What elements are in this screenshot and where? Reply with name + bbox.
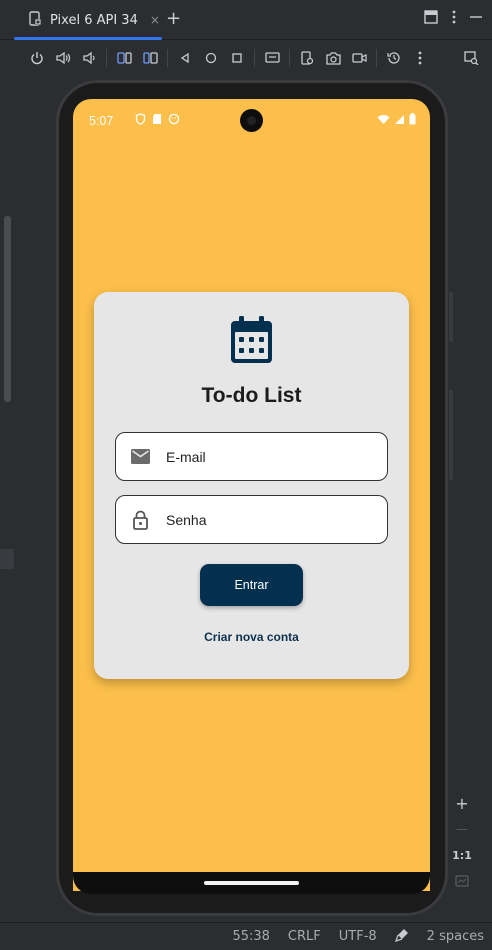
password-placeholder: Senha xyxy=(166,511,207,528)
device-screen[interactable]: 5:07 To-do List E-mail Senha Entrar Cria… xyxy=(73,99,430,891)
wifi-icon xyxy=(377,114,390,128)
rotate-right-icon[interactable] xyxy=(137,45,163,71)
login-card: To-do List E-mail Senha Entrar Criar nov… xyxy=(94,292,409,679)
volume-down-icon[interactable] xyxy=(76,45,102,71)
android-nav-bar xyxy=(73,872,430,894)
tab-label: Pixel 6 API 34 xyxy=(50,12,138,28)
zoom-in-button[interactable]: + xyxy=(455,793,468,813)
overview-icon[interactable] xyxy=(224,45,250,71)
face-icon xyxy=(168,113,180,128)
cursor-position[interactable]: 55:38 xyxy=(232,929,269,944)
actual-size-button[interactable]: 1:1 xyxy=(452,845,472,865)
screen-record-icon[interactable] xyxy=(346,45,372,71)
battery-icon xyxy=(409,113,416,128)
minimize-icon[interactable] xyxy=(470,10,482,28)
indent-setting[interactable]: 2 spaces xyxy=(427,929,484,944)
home-icon[interactable] xyxy=(198,45,224,71)
gesture-handle[interactable] xyxy=(204,881,299,885)
add-tab-button[interactable]: + xyxy=(166,8,181,29)
camera-icon[interactable] xyxy=(320,45,346,71)
create-account-link[interactable]: Criar nova conta xyxy=(94,630,409,644)
active-tab-indicator xyxy=(14,37,162,40)
back-icon[interactable] xyxy=(172,45,198,71)
phone-volume-button xyxy=(449,390,453,480)
phone-side-button xyxy=(449,292,453,342)
toolbar-divider xyxy=(167,49,168,67)
app-title: To-do List xyxy=(201,384,302,407)
brush-icon[interactable] xyxy=(394,928,409,946)
device-icon xyxy=(28,10,42,30)
device-settings-icon[interactable] xyxy=(294,45,320,71)
lock-icon xyxy=(120,510,160,530)
signal-icon xyxy=(394,114,405,128)
rotate-left-icon[interactable] xyxy=(111,45,137,71)
more-actions-icon[interactable] xyxy=(407,45,433,71)
scroll-indicator[interactable] xyxy=(4,216,11,402)
front-camera xyxy=(240,109,263,132)
power-icon[interactable] xyxy=(24,45,50,71)
android-status-bar: 5:07 xyxy=(73,99,430,143)
toolbar-divider xyxy=(254,49,255,67)
line-ending[interactable]: CRLF xyxy=(288,929,321,944)
shield-icon xyxy=(135,113,146,128)
sd-card-icon xyxy=(152,113,162,128)
volume-up-icon[interactable] xyxy=(50,45,76,71)
screen-zoom-icon[interactable] xyxy=(458,45,484,71)
close-icon[interactable]: × xyxy=(150,13,160,27)
toolbar-divider xyxy=(289,49,290,67)
more-options-icon[interactable] xyxy=(452,10,456,28)
toolbar-divider xyxy=(376,49,377,67)
calendar-icon xyxy=(230,316,273,368)
emulator-toolbar xyxy=(0,41,492,75)
status-time: 5:07 xyxy=(89,114,114,128)
mail-icon xyxy=(120,449,160,464)
zoom-controls: + — 1:1 xyxy=(450,793,474,891)
tab-pixel-6-api-34[interactable]: Pixel 6 API 34 × xyxy=(14,0,162,40)
ide-tab-bar: Pixel 6 API 34 × + xyxy=(0,0,492,40)
password-field[interactable]: Senha xyxy=(115,495,388,544)
toolbar-divider xyxy=(106,49,107,67)
zoom-out-button[interactable]: — xyxy=(456,819,468,839)
snapshot-history-icon[interactable] xyxy=(381,45,407,71)
device-frame-icon[interactable] xyxy=(259,45,285,71)
ide-status-bar: 55:38 CRLF UTF-8 2 spaces xyxy=(0,922,492,950)
gutter-marker xyxy=(0,549,14,569)
fit-screen-icon[interactable] xyxy=(455,871,469,891)
file-encoding[interactable]: UTF-8 xyxy=(339,929,377,944)
left-gutter xyxy=(0,76,14,922)
email-field[interactable]: E-mail xyxy=(115,432,388,481)
email-placeholder: E-mail xyxy=(166,448,206,465)
login-button[interactable]: Entrar xyxy=(200,564,303,606)
window-layout-icon[interactable] xyxy=(424,10,438,28)
